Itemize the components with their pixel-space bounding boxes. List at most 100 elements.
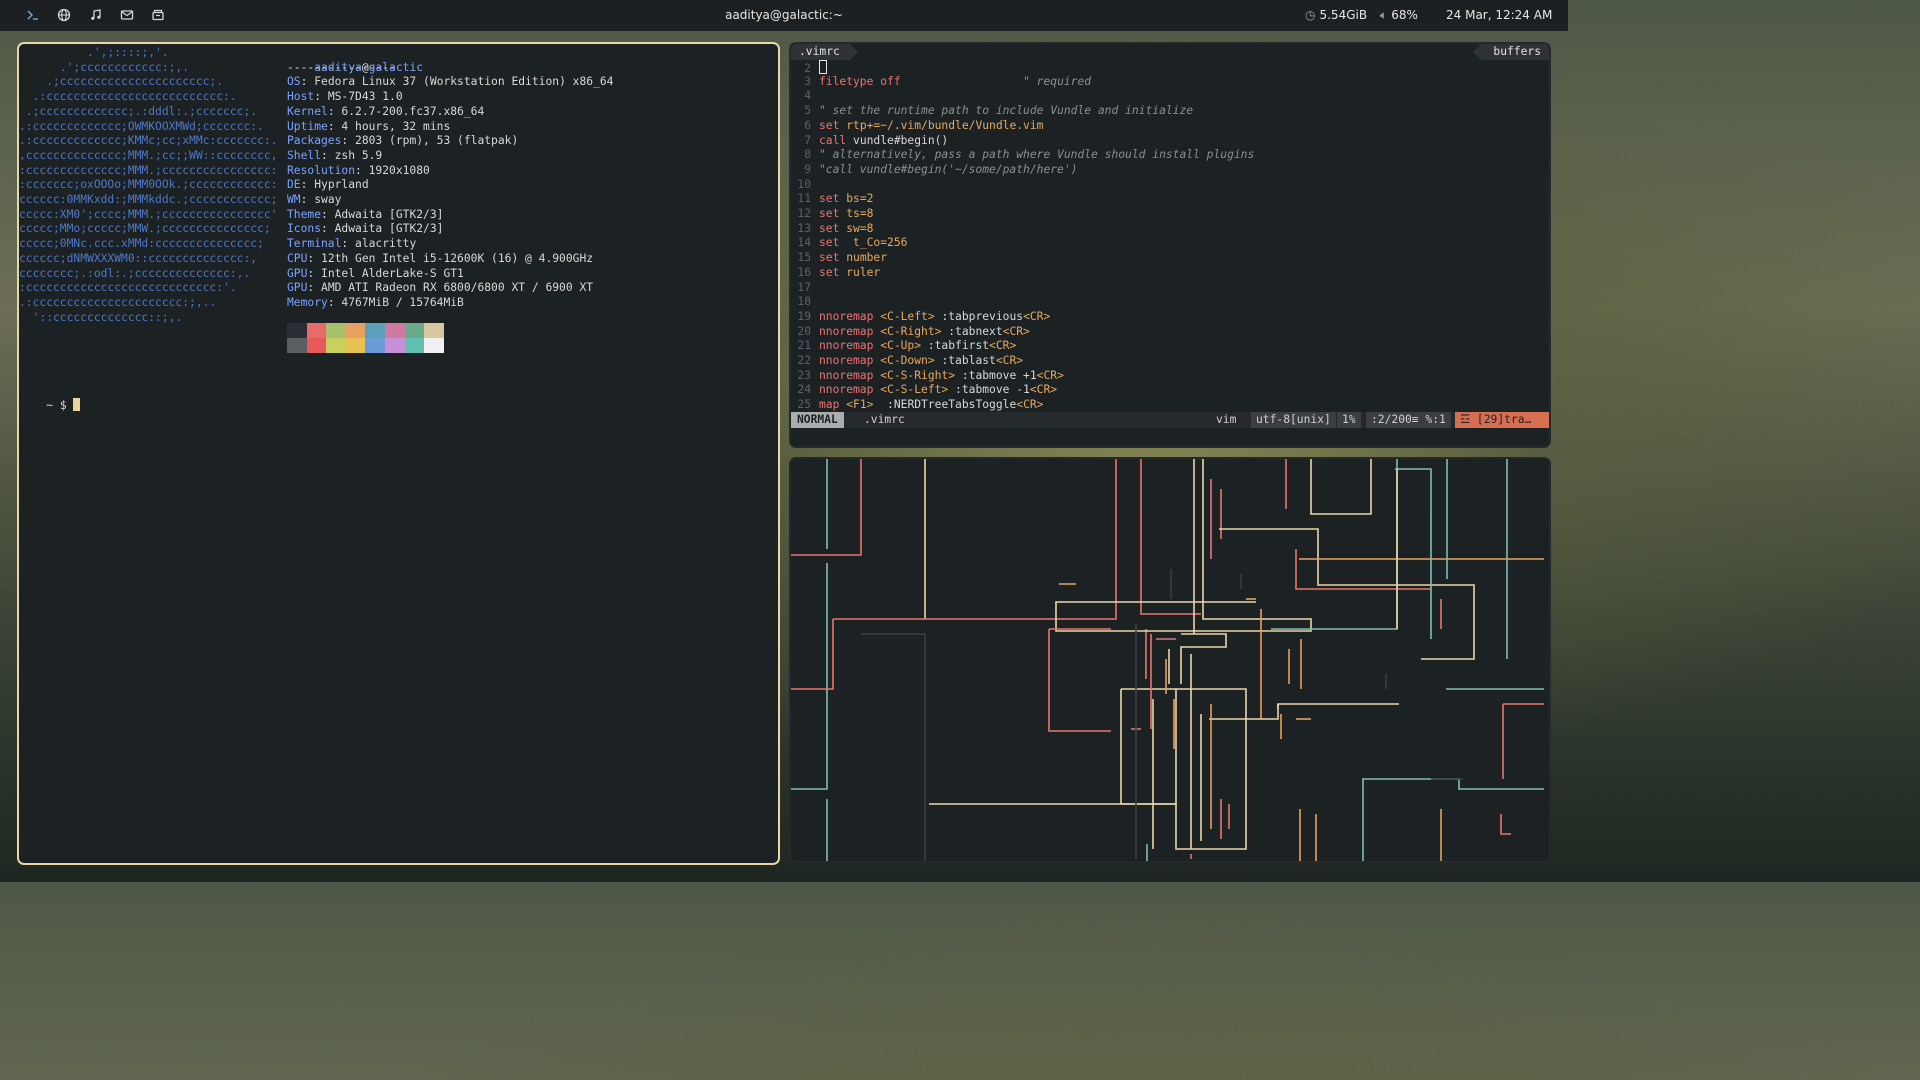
code-token: nnoremap xyxy=(819,324,881,338)
vim-line[interactable]: 15 set number xyxy=(791,251,887,266)
info-colon: : xyxy=(341,237,356,251)
vim-line[interactable]: 22 nnoremap <C-Down> :tablast<CR> xyxy=(791,354,1023,369)
palette-swatch xyxy=(287,323,307,338)
info-row: OS: Fedora Linux 37 (Workstation Edition… xyxy=(287,75,613,90)
code-token: :tabmove -1 xyxy=(948,383,1030,397)
code-token: nnoremap xyxy=(819,368,881,382)
code-token: map xyxy=(819,398,847,412)
code-token: <C-Up> xyxy=(880,339,922,353)
line-number: 11 xyxy=(797,192,811,206)
text-cursor xyxy=(73,397,81,411)
code-token: " alternatively, pass a path where Vundl… xyxy=(819,148,1255,162)
pipes-screensaver-window[interactable] xyxy=(789,457,1551,863)
vim-line[interactable]: 20 nnoremap <C-Right> :tabnext<CR> xyxy=(791,324,1029,340)
vim-line[interactable]: 3 filetype off " required xyxy=(791,75,1091,90)
vim-line[interactable]: 17 xyxy=(791,281,819,296)
info-colon: : xyxy=(300,178,315,192)
vim-line[interactable]: 5 " set the runtime path to include Vundl… xyxy=(791,104,1193,119)
info-key: GPU xyxy=(287,266,308,280)
info-value: AMD ATI Radeon RX 6800/6800 XT / 6900 XT xyxy=(321,281,594,295)
code-token: <CR> xyxy=(989,339,1017,353)
code-token: call xyxy=(819,133,854,147)
tab-vimrc[interactable]: .vimrc xyxy=(791,44,858,60)
vim-line[interactable]: 10 xyxy=(791,178,819,193)
code-token: set xyxy=(819,118,847,132)
info-row: DE: Hyprland xyxy=(287,178,369,193)
palette-swatch xyxy=(287,338,307,353)
vim-line[interactable]: 6 set rtp+=~/.vim/bundle/Vundle.vim xyxy=(791,119,1043,134)
info-row: Host: MS-7D43 1.0 xyxy=(287,90,403,105)
palette-swatch xyxy=(404,323,425,338)
info-colon: : xyxy=(300,193,315,206)
info-key: Theme xyxy=(287,207,322,221)
shell-prompt[interactable]: ~ $ xyxy=(19,383,81,428)
info-colon: : xyxy=(300,75,315,89)
code-token: "call vundle#begin('~/some/path/here') xyxy=(819,162,1078,176)
terminal-window[interactable]: .',;::::;,'. .';cccccccccccc:;,. .;ccccc… xyxy=(17,42,780,865)
info-value: 6.2.7-200.fc37.x86_64 xyxy=(341,104,485,118)
volume-indicator[interactable]: 🔈︎ 68% xyxy=(1380,8,1418,23)
pipe-segment xyxy=(929,688,1247,850)
code-token: :tabfirst xyxy=(921,339,990,353)
logo-line: ccccc;MMo;ccccc;MMW.;ccccccccccccccc; xyxy=(19,222,271,236)
vim-line[interactable]: 24 nnoremap <C-S-Left> :tabmove -1<CR> xyxy=(791,383,1057,398)
line-number: 25 xyxy=(797,398,811,412)
buffers-label[interactable]: buffers xyxy=(1473,44,1549,60)
vim-line[interactable]: 13 set sw=8 xyxy=(791,222,873,237)
line-number: 10 xyxy=(797,177,811,191)
pipe-segment xyxy=(1209,703,1399,720)
code-token: <C-S-Right> xyxy=(880,368,956,382)
info-colon: : xyxy=(307,266,322,280)
code-token: :tabprevious xyxy=(934,309,1024,323)
vim-line[interactable]: 14 set t_Co=256 xyxy=(791,236,907,251)
volume-value: 68% xyxy=(1391,8,1418,22)
code-token: <C-S-Left> xyxy=(880,383,949,397)
logo-line: ccccc;0MNc.ccc.xMMd:ccccccccccccccc; xyxy=(19,237,264,251)
line-number: 4 xyxy=(804,89,811,103)
code-token: set xyxy=(819,236,847,250)
vim-line[interactable]: 21 nnoremap <C-Up> :tabfirst<CR> xyxy=(791,339,1016,354)
code-token: nnoremap xyxy=(819,383,881,397)
code-token: number xyxy=(846,251,888,265)
code-token: :tablast xyxy=(934,354,996,367)
vim-line[interactable]: 23 nnoremap <C-S-Right> :tabmove +1<CR> xyxy=(791,369,1064,384)
code-token: <CR> xyxy=(1036,368,1064,382)
info-colon: : xyxy=(314,90,328,104)
vim-line[interactable]: 19 nnoremap <C-Left> :tabprevious<CR> xyxy=(791,310,1050,325)
vim-line[interactable]: 9 "call vundle#begin('~/some/path/here') xyxy=(791,163,1077,178)
info-colon: : xyxy=(327,295,342,309)
vim-line[interactable]: 12 set ts=8 xyxy=(791,207,873,222)
info-row: Icons: Adwaita [GTK2/3] xyxy=(287,222,443,237)
palette-swatch xyxy=(345,338,366,353)
palette-swatch xyxy=(365,323,385,338)
info-value: alacritty xyxy=(355,237,417,251)
code-token: <CR> xyxy=(1023,309,1051,323)
line-number: 6 xyxy=(804,118,811,132)
vim-line[interactable]: 4 xyxy=(791,89,819,104)
code-token: ruler xyxy=(846,265,881,279)
vim-line[interactable]: 8 " alternatively, pass a path where Vund… xyxy=(791,148,1254,163)
info-key: Packages xyxy=(287,134,342,148)
status-position: :2/200≡ %:1 xyxy=(1366,412,1451,428)
vim-statusline: NORMAL .vimrc vim utf-8[unix] 1% :2/200≡… xyxy=(791,412,1549,428)
status-trailing-warning: ☲ [29]tra… xyxy=(1455,412,1549,428)
palette-swatch xyxy=(385,338,405,353)
vim-line[interactable]: 11 set bs=2 xyxy=(791,192,873,207)
vim-line[interactable]: 7 call vundle#begin() xyxy=(791,134,948,149)
code-token: nnoremap xyxy=(819,354,881,367)
vim-window[interactable]: .vimrc buffers 2 3 filetype off " required… xyxy=(789,42,1551,448)
vim-cursor xyxy=(819,60,827,74)
status-percent: 1% xyxy=(1337,412,1361,428)
info-value: MS-7D43 1.0 xyxy=(327,90,403,104)
info-key: CPU xyxy=(287,251,308,265)
line-number: 20 xyxy=(797,324,811,338)
vim-line[interactable]: 25 map <F1> :NERDTreeTabsToggle<CR> xyxy=(791,398,1043,413)
code-token: t_Co=256 xyxy=(846,236,908,250)
pipe-segment xyxy=(1048,629,1111,732)
info-colon: : xyxy=(355,163,369,177)
info-value: 2803 (rpm), 53 (flatpak) xyxy=(355,134,519,148)
palette-swatch xyxy=(424,323,444,338)
vim-line[interactable]: 16 set ruler xyxy=(791,266,880,281)
vim-line[interactable]: 18 xyxy=(791,295,819,310)
pipe-segment xyxy=(1055,459,1312,632)
